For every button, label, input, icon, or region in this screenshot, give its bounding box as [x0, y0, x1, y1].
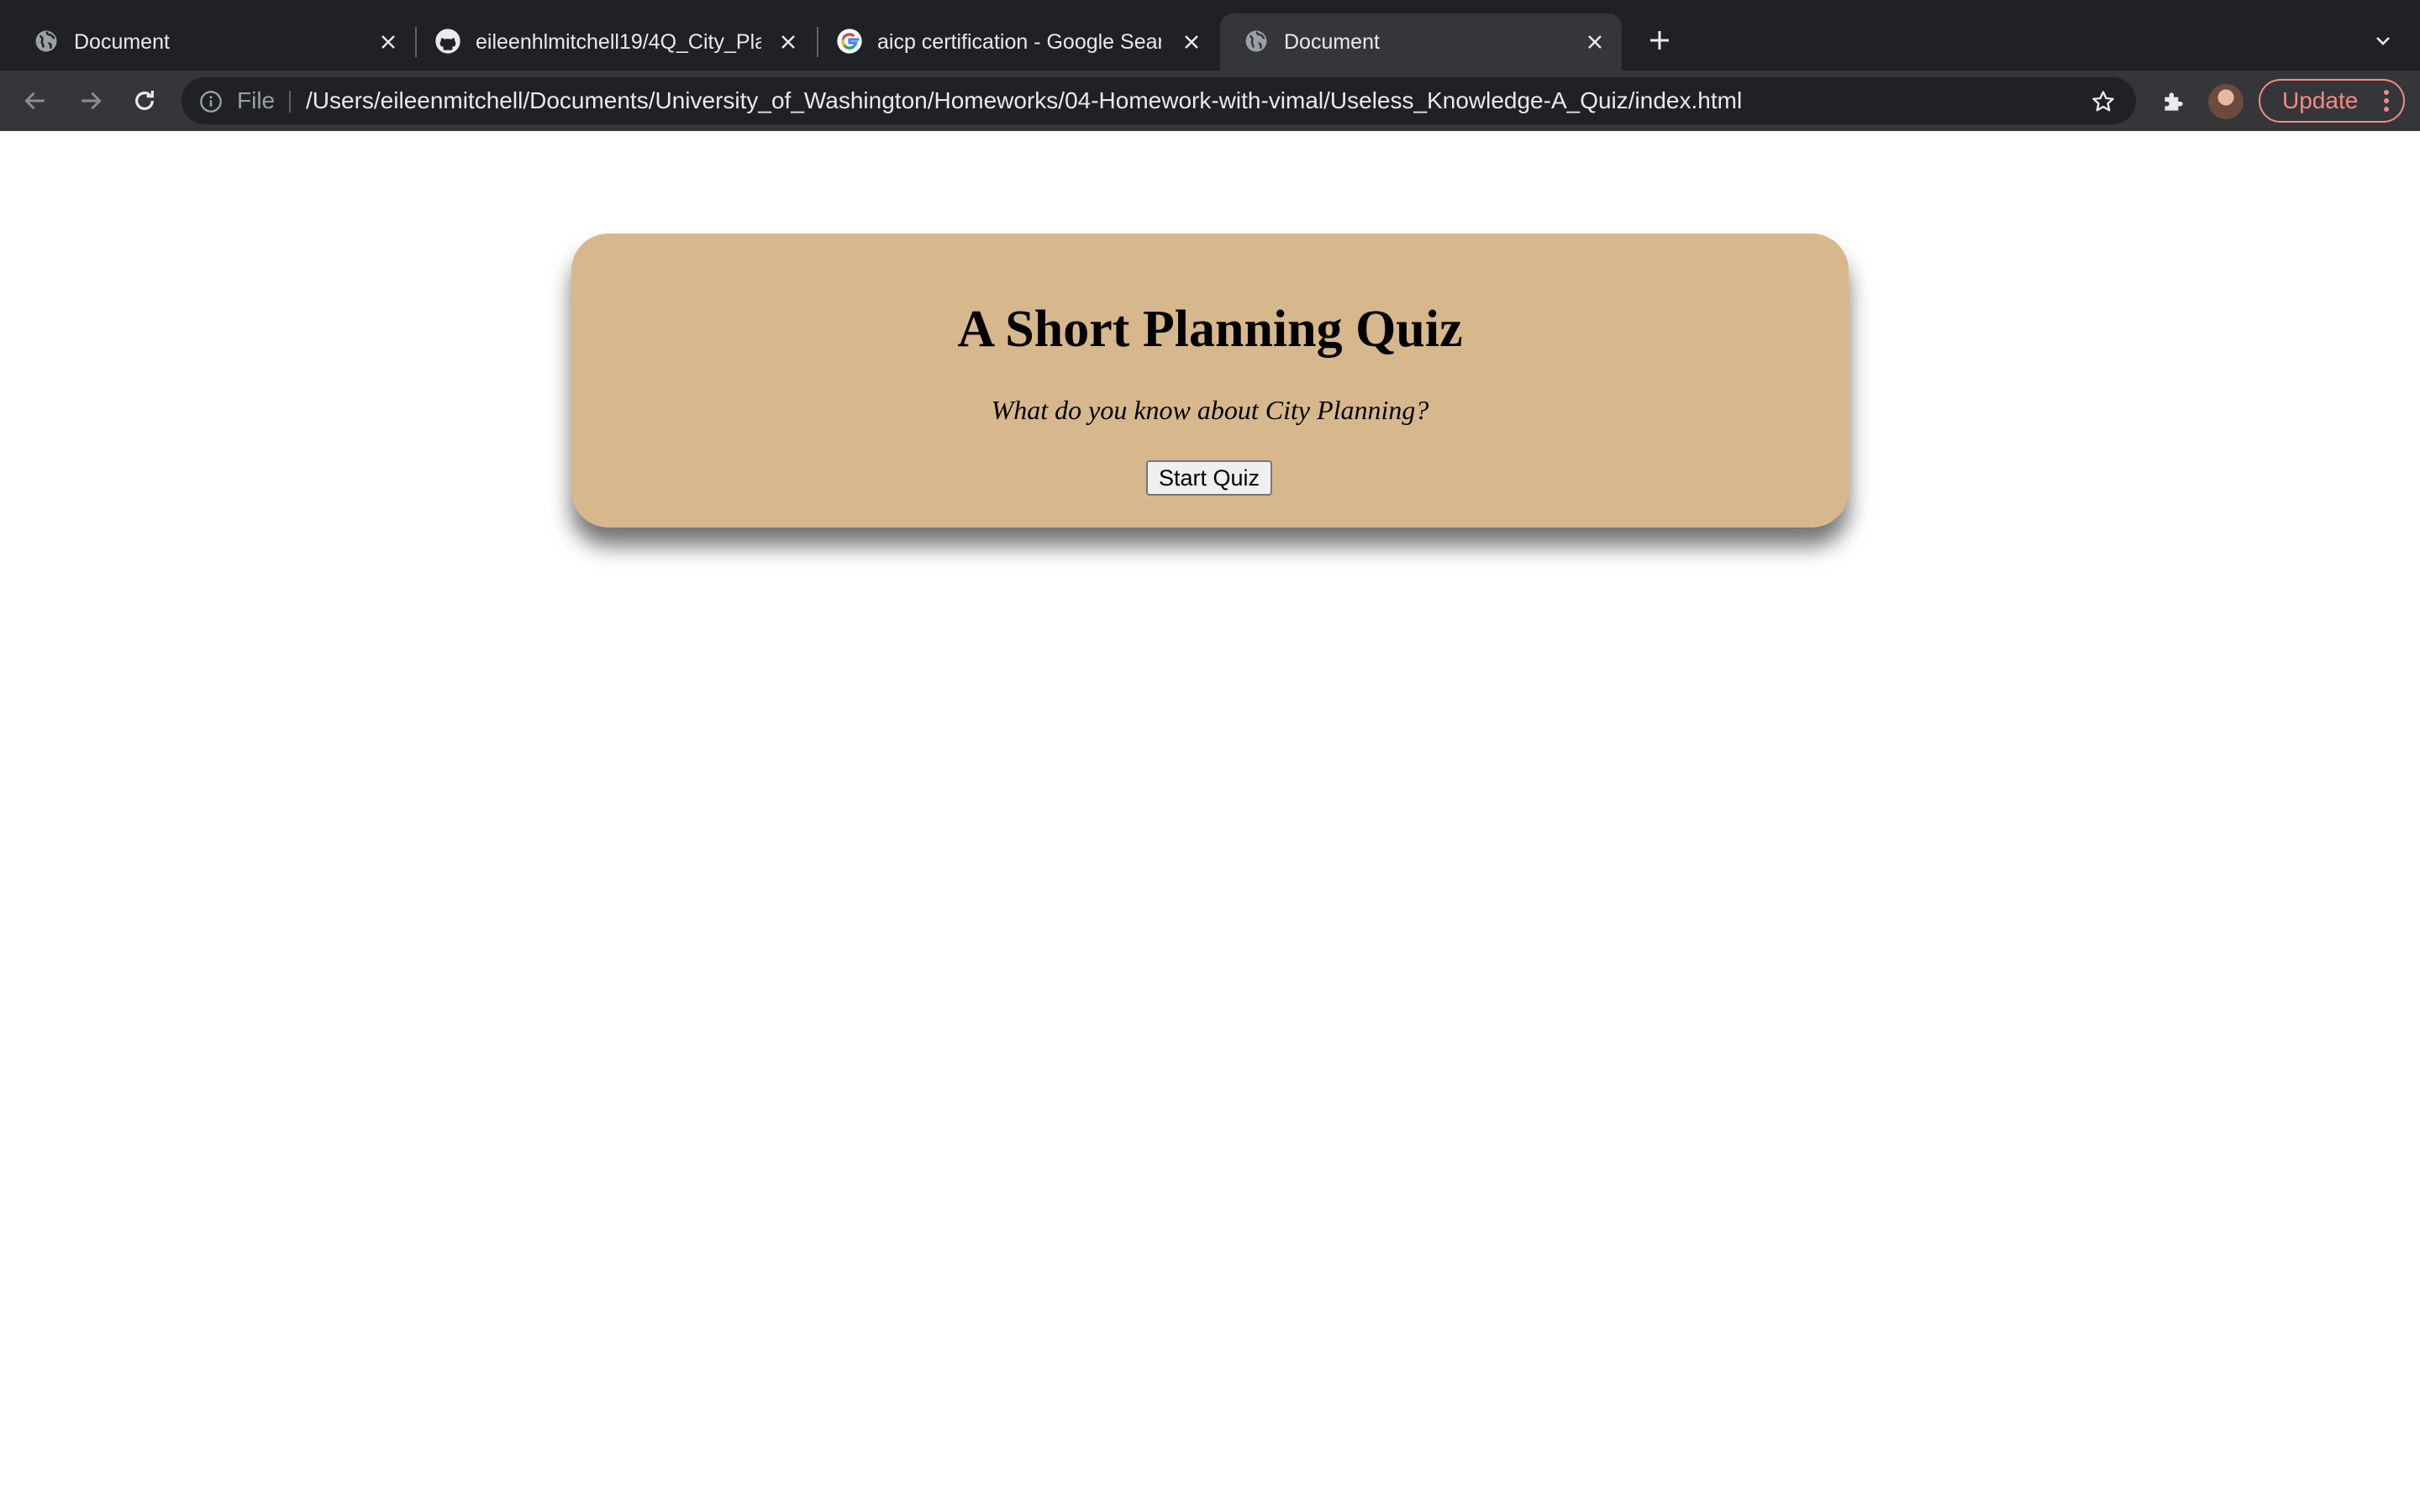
- profile-avatar[interactable]: [2208, 84, 2244, 119]
- tab-document-active[interactable]: Document: [1220, 13, 1622, 71]
- quiz-title: A Short Planning Quiz: [957, 301, 1463, 358]
- github-icon: [434, 27, 462, 55]
- page-viewport: A Short Planning Quiz What do you know a…: [0, 131, 2420, 1512]
- tab-document-1[interactable]: Document: [10, 13, 405, 71]
- google-icon: [835, 27, 864, 55]
- quiz-intro-card: A Short Planning Quiz What do you know a…: [571, 234, 1849, 528]
- close-tab-icon[interactable]: [1581, 29, 1608, 55]
- tab-title: eileenhlmitchell19/4Q_City_Pla: [476, 30, 761, 54]
- start-quiz-button[interactable]: Start Quiz: [1146, 460, 1272, 496]
- tab-strip: Document eileenhlmitchell19/4Q_City_Pla …: [0, 0, 2420, 71]
- tab-title: Document: [74, 30, 170, 54]
- new-tab-icon[interactable]: [1643, 24, 1676, 57]
- tab-title: aicp certification - Google Sear: [877, 30, 1161, 54]
- url-scheme-label: File: [237, 87, 276, 113]
- back-arrow-icon[interactable]: [17, 82, 54, 119]
- extensions-puzzle-icon[interactable]: [2158, 86, 2190, 118]
- browser-toolbar: File /Users/eileenmitchell/Documents/Uni…: [0, 71, 2420, 131]
- globe-icon: [1242, 27, 1270, 55]
- url-text[interactable]: /Users/eileenmitchell/Documents/Universi…: [306, 77, 1742, 124]
- tab-github[interactable]: eileenhlmitchell19/4Q_City_Pla: [412, 13, 815, 71]
- globe-icon: [32, 27, 60, 55]
- reload-icon[interactable]: [126, 82, 163, 119]
- info-icon[interactable]: [198, 89, 224, 114]
- chevron-down-icon[interactable]: [2368, 25, 2398, 55]
- more-vertical-icon[interactable]: [2378, 87, 2395, 114]
- forward-arrow-icon[interactable]: [72, 82, 109, 119]
- close-tab-icon[interactable]: [1178, 29, 1205, 55]
- tab-google-search[interactable]: aicp certification - Google Sear: [813, 13, 1215, 71]
- address-bar[interactable]: File /Users/eileenmitchell/Documents/Uni…: [182, 77, 2136, 124]
- close-tab-icon[interactable]: [775, 29, 802, 55]
- close-tab-icon[interactable]: [375, 29, 402, 55]
- update-label: Update: [2282, 87, 2359, 113]
- url-scheme-divider: [289, 91, 291, 113]
- tab-title: Document: [1284, 30, 1380, 54]
- bookmark-star-icon[interactable]: [2089, 87, 2118, 116]
- update-button[interactable]: Update: [2259, 79, 2405, 123]
- quiz-subtitle: What do you know about City Planning?: [991, 395, 1429, 425]
